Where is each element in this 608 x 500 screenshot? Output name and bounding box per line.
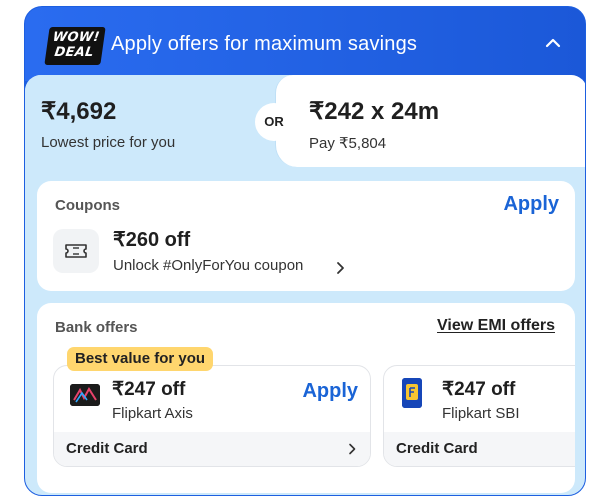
sbi-card-icon <box>402 378 422 408</box>
offer-amount: ₹247 off <box>442 379 516 400</box>
lowest-price-value: ₹4,692 <box>41 98 117 125</box>
bank-offers-title: Bank offers <box>55 319 138 336</box>
or-divider: OR <box>255 103 293 141</box>
chevron-up-icon[interactable] <box>543 33 563 53</box>
chevron-right-icon[interactable] <box>348 443 356 455</box>
offer-card-type: Credit Card <box>396 440 478 457</box>
offer-footer[interactable]: Credit Card <box>384 432 575 466</box>
coupon-description[interactable]: Unlock #OnlyForYou coupon <box>113 257 303 274</box>
offer-bank-name: Flipkart Axis <box>112 405 193 422</box>
wow-deal-badge: WOW! DEAL <box>44 27 106 65</box>
offers-header[interactable]: WOW! DEAL Apply offers for maximum savin… <box>25 7 585 81</box>
badge-line1: WOW! <box>51 30 101 45</box>
offers-body: ₹4,692 Lowest price for you OR ₹242 x 24… <box>25 75 585 495</box>
axis-card-icon <box>70 384 100 406</box>
bank-offer-card-sbi[interactable]: ₹247 off Flipkart SBI Credit Card <box>383 365 575 467</box>
offer-card-type: Credit Card <box>66 440 148 457</box>
header-title: Apply offers for maximum savings <box>111 33 418 55</box>
offer-footer[interactable]: Credit Card <box>54 432 370 466</box>
offer-amount: ₹247 off <box>112 379 186 400</box>
coupon-amount: ₹260 off <box>113 229 191 251</box>
emi-price-value: ₹242 x 24m <box>309 98 440 125</box>
coupons-section: Coupons Apply ₹260 off Unlock #OnlyForYo… <box>37 181 575 291</box>
bank-offers-section: Bank offers View EMI offers ₹247 off Fli… <box>37 303 575 493</box>
lowest-price-label: Lowest price for you <box>41 134 176 151</box>
chevron-right-icon[interactable] <box>335 261 345 275</box>
view-emi-offers-link[interactable]: View EMI offers <box>437 317 555 335</box>
offer-apply-button[interactable]: Apply <box>302 380 358 403</box>
best-value-badge: Best value for you <box>67 347 214 371</box>
coupon-ticket-box <box>53 229 99 273</box>
coupons-title: Coupons <box>55 197 120 214</box>
coupon-apply-button[interactable]: Apply <box>503 193 559 216</box>
emi-total-label: Pay ₹5,804 <box>309 135 387 152</box>
lowest-price-panel: ₹4,692 Lowest price for you <box>25 75 277 167</box>
badge-line2: DEAL <box>53 45 95 60</box>
offers-card: WOW! DEAL Apply offers for maximum savin… <box>24 6 586 496</box>
bank-offer-card-axis[interactable]: ₹247 off Flipkart Axis Apply Credit Card <box>53 365 371 467</box>
ticket-icon <box>65 244 87 258</box>
offer-bank-name: Flipkart SBI <box>442 405 520 422</box>
